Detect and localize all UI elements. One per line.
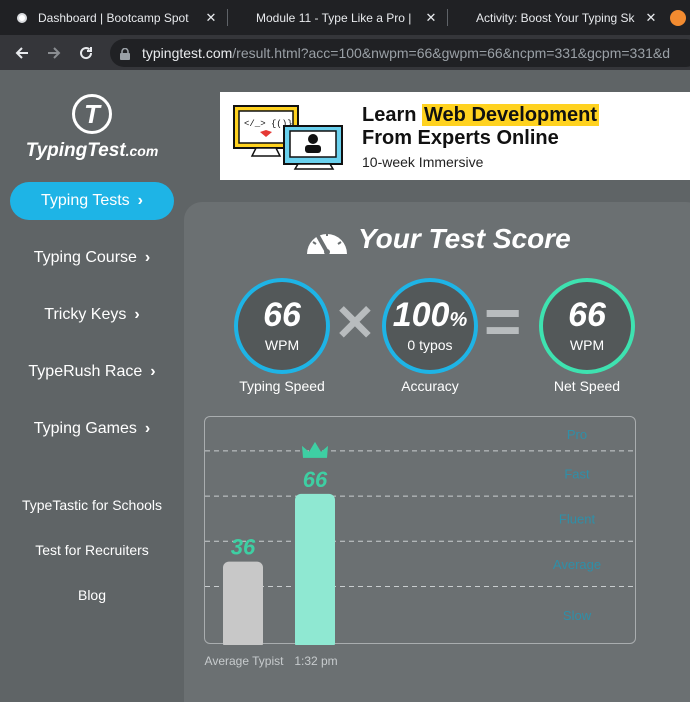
chevron-right-icon: › <box>150 363 156 380</box>
crown-icon <box>302 441 328 458</box>
globe-icon <box>14 9 30 26</box>
net-speed-label: Net Speed <box>553 378 621 394</box>
nav-tricky-keys[interactable]: Tricky Keys › <box>10 296 174 334</box>
score-title: Your Test Score <box>304 222 571 256</box>
logo-mark-icon: T <box>72 94 112 134</box>
link-typetastic[interactable]: TypeTastic for Schools <box>0 497 184 513</box>
nav-typerush-race[interactable]: TypeRush Race › <box>10 353 174 391</box>
activity-icon <box>458 10 468 26</box>
page-content: T TypingTest.com Typing Tests › Typing Co… <box>0 70 690 702</box>
browser-tab[interactable] <box>666 0 690 35</box>
logo-text: TypingTest.com <box>25 140 159 161</box>
url-path: /result.html?acc=100&nwpm=66&gwpm=66&ncp… <box>232 45 671 61</box>
ad-headline-2: From Experts Online <box>362 127 559 149</box>
nav-label: Typing Tests <box>41 192 130 209</box>
chevron-right-icon: › <box>144 249 151 266</box>
back-arrow-icon[interactable] <box>6 37 38 69</box>
close-icon[interactable]: ✕ <box>202 10 220 26</box>
nav-typing-games[interactable]: Typing Games › <box>10 410 174 448</box>
nav-label: Typing Course <box>33 249 137 266</box>
typos-count: 0 typos <box>407 337 453 353</box>
sidebar: T TypingTest.com Typing Tests › Typing Co… <box>0 70 184 702</box>
bar-value-label: 66 <box>303 467 328 492</box>
tab-strip: Dashboard | Bootcamp Spot ✕ Module 11 - … <box>0 0 690 35</box>
typing-speed-unit: WPM <box>264 337 300 353</box>
chevron-right-icon: › <box>134 306 140 323</box>
accuracy-value: 100% <box>392 296 468 334</box>
laptop-illustration-icon: </_> {()} <box>233 105 343 170</box>
link-recruiters[interactable]: Test for Recruiters <box>0 542 184 558</box>
nav-label: Typing Games <box>33 420 137 437</box>
net-speed-value: 66 <box>568 296 606 334</box>
lock-icon <box>120 47 130 60</box>
ad-subtext: 10-week Immersive <box>362 154 484 170</box>
nav-typing-tests[interactable]: Typing Tests › <box>10 182 174 220</box>
browser-tab[interactable]: Module 11 - Type Like a Pro | ✕ <box>228 0 446 35</box>
tab-title: Dashboard | Bootcamp Spot <box>38 10 189 25</box>
accuracy-label: Accuracy <box>401 378 459 394</box>
bar <box>223 561 263 645</box>
net-speed-ring: 66 WPM <box>539 278 635 374</box>
bootcamp-icon <box>238 10 248 26</box>
reload-icon[interactable] <box>70 37 102 69</box>
url-field[interactable]: typingtest.com/result.html?acc=100&nwpm=… <box>110 39 690 67</box>
browser-tab[interactable]: Dashboard | Bootcamp Spot ✕ <box>0 0 226 35</box>
browser-tab[interactable]: Activity: Boost Your Typing Sk ✕ <box>448 0 666 35</box>
bar-value-label: 36 <box>231 535 256 560</box>
band-label: Pro <box>567 427 587 442</box>
close-icon[interactable]: ✕ <box>642 10 660 26</box>
ad-headline-1: Learn Web Development <box>362 104 600 126</box>
chevron-right-icon: › <box>137 192 143 209</box>
chevron-right-icon: › <box>144 420 151 437</box>
address-bar: typingtest.com/result.html?acc=100&nwpm=… <box>0 35 690 70</box>
band-label: Slow <box>563 608 592 623</box>
score-panel: Your Test Score 66 WPM Typing Speed ✕ 10… <box>184 202 690 702</box>
typing-speed-ring: 66 WPM <box>234 278 330 374</box>
nav-label: Tricky Keys <box>44 306 127 323</box>
url-host: typingtest.com <box>142 45 233 61</box>
equals-icon: = <box>484 285 522 357</box>
typingtest-favicon-icon <box>670 9 686 26</box>
accuracy-ring: 100% 0 typos <box>382 278 478 374</box>
close-icon[interactable]: ✕ <box>422 10 440 26</box>
band-label: Average <box>553 557 601 572</box>
link-blog[interactable]: Blog <box>0 587 184 603</box>
speed-comparison-chart: SlowAverageFluentFastPro254565853666 <box>204 416 637 645</box>
chart-canvas: SlowAverageFluentFastPro254565853666 <box>205 427 637 645</box>
typing-speed-label: Typing Speed <box>239 378 325 394</box>
nav-label: TypeRush Race <box>28 363 143 380</box>
score-title-text: Your Test Score <box>358 223 571 254</box>
bar-category-label: Average Typist <box>204 654 284 668</box>
typing-speed-value: 66 <box>263 296 301 334</box>
band-label: Fluent <box>559 512 596 527</box>
forward-arrow-icon[interactable] <box>38 37 70 69</box>
ad-banner[interactable]: </_> {()} Learn Web Development From Exp… <box>220 92 690 180</box>
tab-title: Activity: Boost Your Typing Sk <box>476 10 635 25</box>
band-label: Fast <box>564 467 590 482</box>
net-speed-unit: WPM <box>569 337 605 353</box>
speedometer-icon <box>307 232 347 255</box>
multiply-icon: ✕ <box>334 295 376 351</box>
nav-typing-course[interactable]: Typing Course › <box>10 239 174 277</box>
site-logo[interactable]: T TypingTest.com <box>0 94 184 162</box>
bar-category-label: 1:32 pm <box>294 654 338 668</box>
tab-title: Module 11 - Type Like a Pro | <box>256 10 412 25</box>
bar <box>295 493 335 645</box>
